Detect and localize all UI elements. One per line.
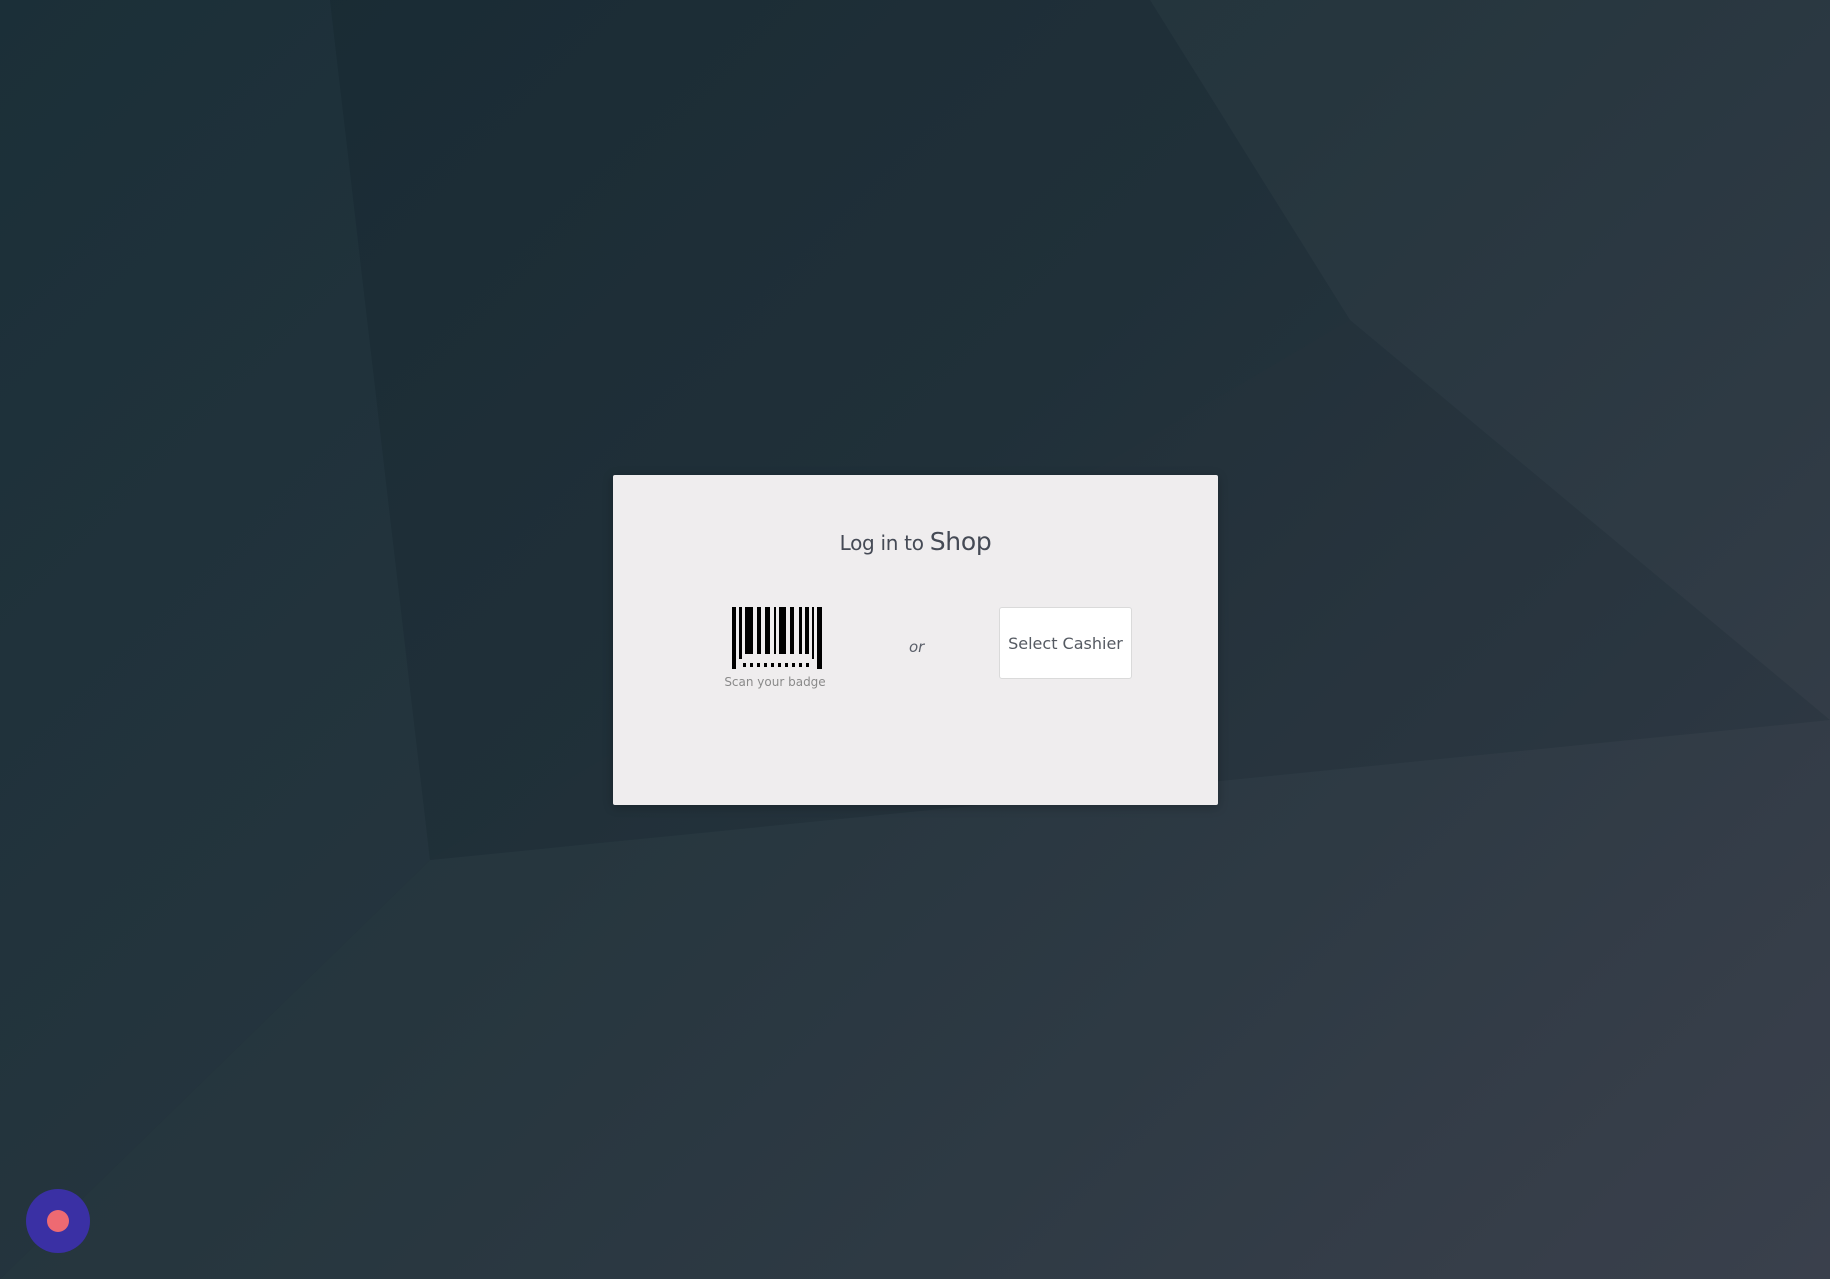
scan-badge-label: Scan your badge (724, 675, 826, 689)
barcode-icon (732, 607, 822, 669)
or-separator: or (909, 638, 925, 656)
login-title-prefix: Log in to (839, 531, 924, 555)
login-title: Log in to Shop (613, 527, 1218, 556)
login-dialog: Log in to Shop Scan your badge or Select… (613, 475, 1218, 805)
scan-badge-area: Scan your badge (701, 607, 831, 697)
shop-name: Shop (929, 527, 992, 556)
record-dot-icon (47, 1210, 69, 1232)
debug-button[interactable] (26, 1189, 90, 1253)
select-cashier-button[interactable]: Select Cashier (999, 607, 1132, 679)
